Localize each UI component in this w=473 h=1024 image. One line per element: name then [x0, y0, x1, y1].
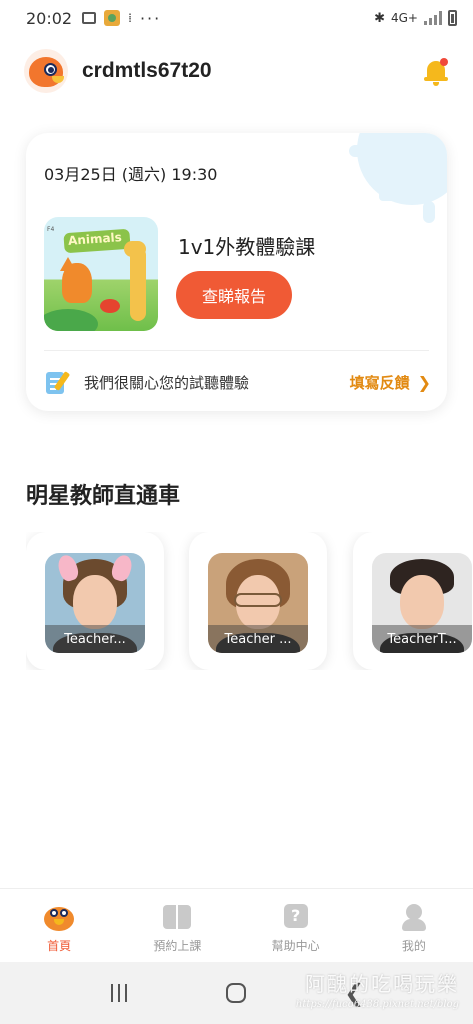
thumbnail-tag: F4 [47, 226, 55, 233]
teacher-card[interactable]: Teacher ... [189, 532, 327, 670]
bluetooth-icon: ✱ [374, 10, 385, 26]
teacher-name: Teacher... [45, 625, 145, 653]
help-icon: ? [279, 901, 313, 933]
view-report-button[interactable]: 查睇報告 [176, 271, 292, 319]
glasses [234, 593, 282, 607]
nav-home[interactable]: 首頁 [0, 889, 118, 962]
lesson-title: 1v1外教體驗課 [178, 235, 316, 259]
teacher-name: TeacherT... [372, 625, 472, 653]
watermark: 阿醜的吃喝玩樂 https://fuco6438.pixnet.net/blog [296, 968, 459, 1010]
fill-feedback-label: 填寫反饋 [349, 373, 410, 392]
lesson-card: 03月25日 (週六) 19:30 F4 Animals 1v1外教體驗課 查睇… [26, 133, 447, 411]
teacher-photo: Teacher... [45, 553, 145, 653]
feedback-form-icon [44, 369, 71, 395]
lesson-date: 03月25日 (週六) 19:30 [44, 165, 218, 184]
feedback-prompt: 我們很關心您的試聽體驗 [84, 373, 250, 392]
teacher-carousel[interactable]: Teacher... Teacher ... TeacherT... [26, 532, 473, 670]
profile-icon [397, 901, 431, 933]
watermark-url: https://fuco6438.pixnet.net/blog [295, 999, 459, 1010]
gallery-notification-icon [82, 12, 97, 24]
notification-bell-icon[interactable] [423, 56, 449, 86]
nav-label: 幫助中心 [271, 939, 320, 953]
divider [44, 350, 429, 351]
username: crdmtls67t20 [82, 59, 212, 82]
home-icon[interactable] [226, 983, 247, 1003]
nav-label: 首頁 [47, 939, 72, 953]
bottom-nav: 首頁 預約上課 ? 幫助中心 我的 [0, 888, 473, 962]
home-mascot-icon [42, 901, 76, 933]
section-title: 明星教師直通車 [26, 484, 181, 509]
nav-label: 我的 [401, 939, 426, 953]
lesson-thumbnail[interactable]: F4 Animals [44, 217, 158, 331]
feedback-row: 我們很關心您的試聽體驗 填寫反饋 ❯ [44, 367, 431, 397]
network-type: 4G+ [391, 11, 418, 25]
footprints-icon: ⁞ [128, 11, 132, 25]
teacher-name: Teacher ... [208, 625, 308, 653]
teacher-card[interactable]: Teacher... [26, 532, 164, 670]
watermark-title: 阿醜的吃喝玩樂 [305, 972, 459, 996]
app-notification-icon [104, 10, 121, 26]
battery-icon [448, 10, 457, 26]
more-notifications-icon: ··· [139, 8, 162, 28]
app-header: crdmtls67t20 [24, 48, 449, 94]
book-icon [160, 901, 194, 933]
chevron-right-icon: ❯ [417, 372, 431, 392]
nav-booking[interactable]: 預約上課 [118, 889, 236, 962]
status-time: 20:02 [26, 8, 73, 28]
nav-label: 預約上課 [153, 939, 202, 953]
status-bar: 20:02 ⁞ ··· ✱ 4G+ [0, 0, 473, 36]
avatar[interactable] [24, 49, 68, 93]
nav-help[interactable]: ? 幫助中心 [237, 889, 355, 962]
teacher-card[interactable]: TeacherT... [353, 532, 473, 670]
teacher-photo: Teacher ... [208, 553, 308, 653]
fill-feedback-link[interactable]: 填寫反饋 ❯ [350, 372, 431, 393]
teacher-photo: TeacherT... [372, 553, 472, 653]
nav-profile[interactable]: 我的 [355, 889, 473, 962]
signal-icon [424, 11, 442, 25]
recent-apps-icon[interactable] [109, 984, 129, 1002]
